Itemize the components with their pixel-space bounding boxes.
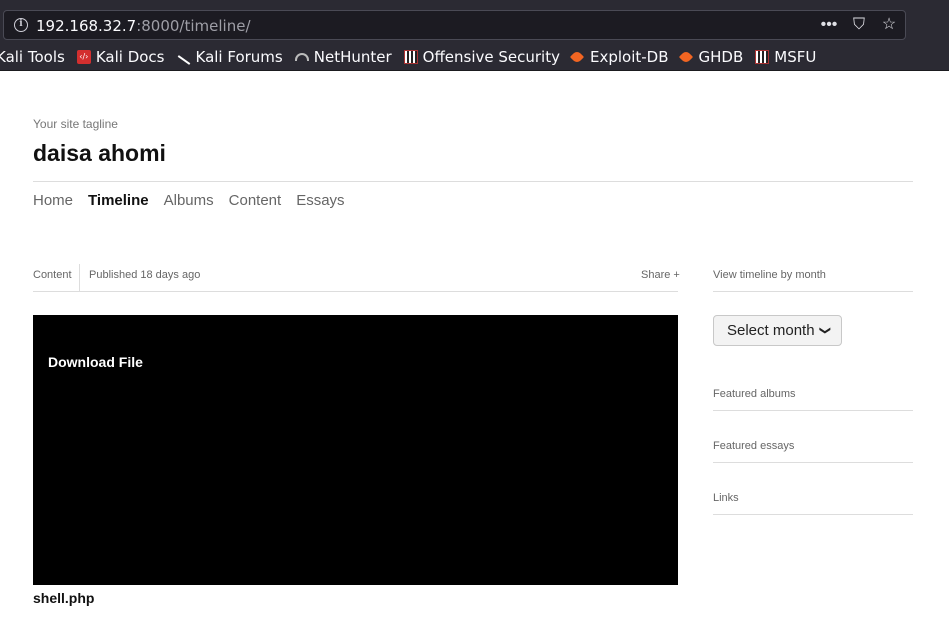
nav-albums[interactable]: Albums bbox=[164, 192, 214, 209]
more-actions-icon[interactable]: ••• bbox=[819, 15, 839, 35]
nav-content[interactable]: Content bbox=[229, 192, 282, 209]
kali-forums-icon bbox=[177, 55, 190, 65]
meta-rule bbox=[33, 291, 678, 292]
bookmark-offensive-security[interactable]: Offensive Security bbox=[403, 48, 560, 66]
url-path: :8000/timeline/ bbox=[136, 17, 251, 35]
download-file-link[interactable]: Download File bbox=[48, 354, 143, 370]
bookmark-kali-docs[interactable]: ‹/› Kali Docs bbox=[76, 48, 165, 66]
sidebar-links: Links bbox=[713, 492, 739, 504]
url-actions: ••• ⛉ ☆ bbox=[819, 15, 899, 35]
bookmark-ghdb[interactable]: GHDB bbox=[678, 48, 744, 66]
nav-timeline[interactable]: Timeline bbox=[88, 192, 149, 209]
kali-docs-icon: ‹/› bbox=[76, 50, 91, 64]
month-select[interactable]: Select month ❯ bbox=[713, 315, 842, 346]
msfu-icon bbox=[755, 50, 770, 64]
nav-home[interactable]: Home bbox=[33, 192, 73, 209]
meta-divider bbox=[79, 264, 80, 291]
bookmark-label: NetHunter bbox=[313, 48, 392, 66]
bookmark-exploit-db[interactable]: Exploit-DB bbox=[569, 48, 669, 66]
info-icon[interactable]: i bbox=[14, 18, 28, 32]
bookmark-label: MSFU bbox=[774, 48, 817, 66]
url-text[interactable]: 192.168.32.7:8000/timeline/ bbox=[36, 17, 251, 35]
header-divider bbox=[33, 181, 913, 182]
pocket-icon[interactable]: ⛉ bbox=[849, 15, 869, 35]
month-select-label: Select month bbox=[727, 322, 815, 339]
bookmark-kali-forums[interactable]: Kali Forums bbox=[177, 48, 283, 66]
url-host: 192.168.32.7 bbox=[36, 17, 137, 35]
site-tagline: Your site tagline bbox=[33, 117, 118, 131]
bookmark-label: Kali Tools bbox=[0, 48, 65, 66]
sidebar-rule-1 bbox=[713, 291, 913, 292]
sidebar-rule-3 bbox=[713, 462, 913, 463]
site-title[interactable]: daisa ahomi bbox=[33, 140, 166, 167]
bookmark-label: GHDB bbox=[698, 48, 744, 66]
post-category[interactable]: Content bbox=[33, 269, 72, 281]
bookmark-msfu[interactable]: MSFU bbox=[755, 48, 816, 66]
sidebar-featured-essays: Featured essays bbox=[713, 440, 795, 452]
file-preview: Download File bbox=[33, 315, 678, 585]
offsec-icon bbox=[403, 50, 418, 64]
file-name: shell.php bbox=[33, 590, 95, 606]
bookmark-label: Kali Forums bbox=[195, 48, 283, 66]
sidebar-featured-albums: Featured albums bbox=[713, 388, 796, 400]
bookmark-nethunter[interactable]: NetHunter bbox=[294, 48, 392, 66]
nav-essays[interactable]: Essays bbox=[296, 192, 344, 209]
nethunter-icon bbox=[294, 53, 309, 61]
bookmark-kali-tools[interactable]: Kali Tools bbox=[0, 48, 65, 66]
bookmark-label: Offensive Security bbox=[422, 48, 560, 66]
ghdb-icon bbox=[678, 49, 693, 65]
share-button[interactable]: Share + bbox=[641, 269, 680, 281]
bookmark-label: Exploit-DB bbox=[590, 48, 669, 66]
browser-chrome: i 192.168.32.7:8000/timeline/ ••• ⛉ ☆ Ka… bbox=[0, 0, 949, 71]
bookmarks-toolbar: Kali Tools ‹/› Kali Docs Kali Forums NetH… bbox=[0, 45, 828, 69]
bookmark-star-icon[interactable]: ☆ bbox=[879, 15, 899, 35]
exploit-db-icon bbox=[569, 49, 585, 65]
sidebar-rule-2 bbox=[713, 410, 913, 411]
sidebar-rule-4 bbox=[713, 514, 913, 515]
main-nav: Home Timeline Albums Content Essays bbox=[33, 192, 345, 209]
chevron-down-icon: ❯ bbox=[818, 325, 831, 336]
bookmark-label: Kali Docs bbox=[95, 48, 165, 66]
url-bar[interactable]: i 192.168.32.7:8000/timeline/ ••• ⛉ ☆ bbox=[3, 10, 906, 40]
post-published: Published 18 days ago bbox=[89, 269, 201, 281]
sidebar-timeline-heading: View timeline by month bbox=[713, 269, 826, 281]
